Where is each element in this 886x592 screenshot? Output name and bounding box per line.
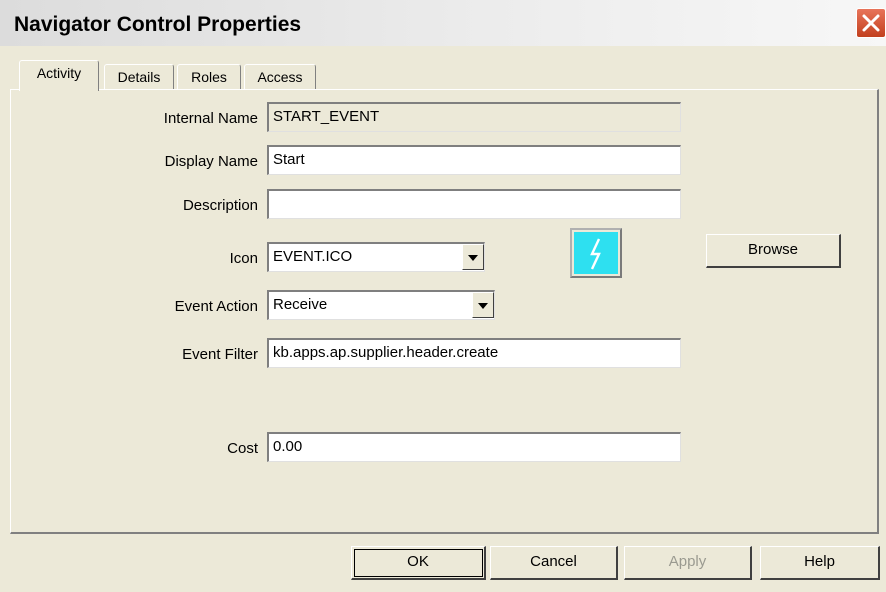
event-action-select-value: Receive [273, 296, 328, 313]
apply-button[interactable]: Apply [624, 546, 752, 580]
event-filter-field[interactable]: kb.apps.ap.supplier.header.create [267, 338, 681, 368]
display-name-label: Display Name [164, 153, 258, 170]
icon-label: Icon [229, 250, 258, 267]
event-action-select[interactable]: Receive [267, 290, 495, 320]
event-filter-label: Event Filter [182, 346, 258, 363]
description-label: Description [182, 197, 258, 214]
cost-label: Cost [227, 440, 258, 457]
cancel-button[interactable]: Cancel [490, 546, 618, 580]
chevron-down-icon[interactable] [472, 292, 494, 318]
browse-button[interactable]: Browse [706, 234, 841, 268]
ok-button[interactable]: OK [351, 546, 486, 580]
event-action-label: Event Action [174, 298, 258, 315]
icon-select[interactable]: EVENT.ICO [267, 242, 485, 272]
icon-select-value: EVENT.ICO [273, 248, 353, 265]
cost-field[interactable]: 0.00 [267, 432, 681, 462]
chevron-down-icon[interactable] [462, 244, 484, 270]
display-name-field[interactable]: Start [267, 145, 681, 175]
internal-name-field: START_EVENT [267, 102, 681, 132]
icon-preview [570, 228, 622, 278]
description-field[interactable] [267, 189, 681, 219]
internal-name-label: Internal Name [163, 110, 258, 127]
lightning-icon [590, 238, 601, 270]
help-button[interactable]: Help [760, 546, 880, 580]
